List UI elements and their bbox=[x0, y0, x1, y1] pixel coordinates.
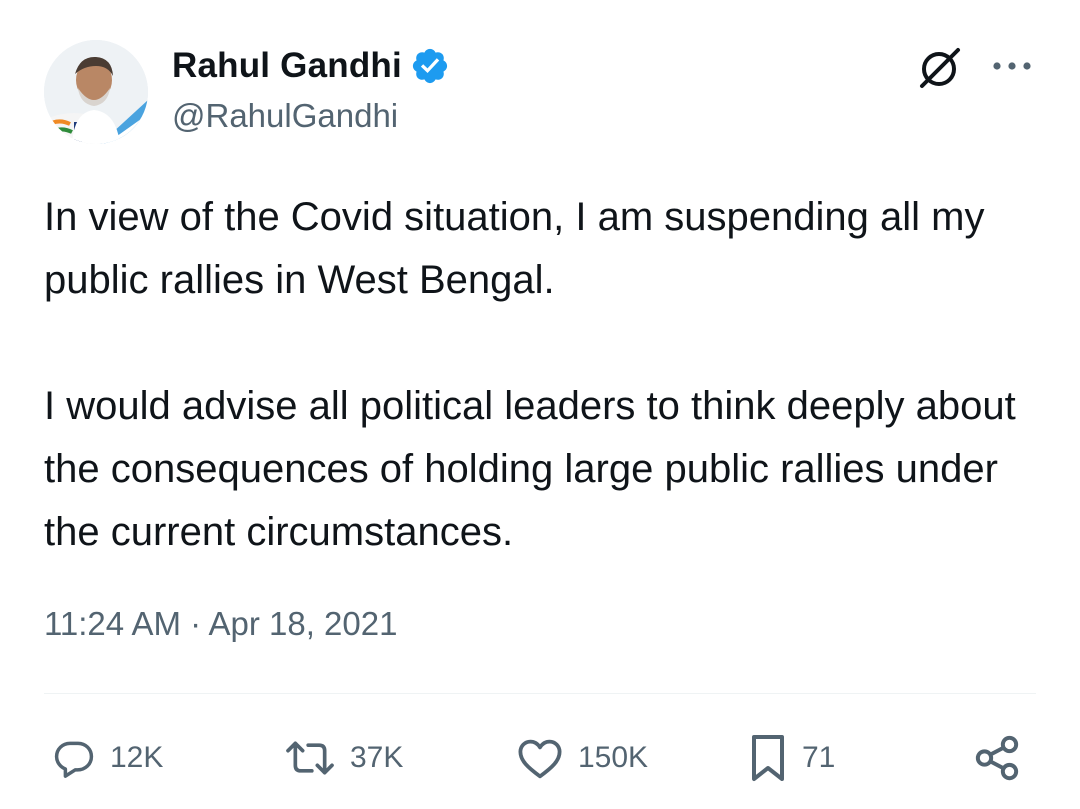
bookmark-button[interactable]: 71 bbox=[748, 728, 835, 788]
avatar-image bbox=[44, 40, 148, 144]
reply-count: 12K bbox=[110, 741, 164, 774]
author-display-name[interactable]: Rahul Gandhi bbox=[172, 46, 402, 86]
bookmark-icon bbox=[752, 735, 784, 781]
bookmark-count: 71 bbox=[802, 741, 836, 774]
tweet-text: In view of the Covid situation, I am sus… bbox=[44, 186, 1054, 564]
more-icon[interactable] bbox=[988, 48, 1036, 84]
avatar[interactable] bbox=[44, 40, 148, 144]
share-icon bbox=[975, 735, 1019, 781]
retweet-button[interactable]: 37K bbox=[284, 728, 403, 788]
retweet-count: 37K bbox=[350, 741, 404, 774]
like-button[interactable]: 150K bbox=[516, 728, 648, 788]
author-name-row: Rahul Gandhi bbox=[172, 44, 450, 88]
reply-button[interactable]: 12K bbox=[52, 728, 163, 788]
like-count: 150K bbox=[578, 741, 649, 774]
verified-badge-icon[interactable] bbox=[410, 46, 450, 86]
tweet-timestamp[interactable]: 11:24 AM · Apr 18, 2021 bbox=[44, 605, 397, 643]
action-bar: 12K 37K 150K 71 bbox=[0, 728, 1080, 788]
divider bbox=[44, 693, 1036, 694]
grok-icon[interactable] bbox=[916, 44, 964, 92]
heart-icon bbox=[518, 739, 562, 779]
reply-icon bbox=[54, 741, 94, 778]
tweet-paragraph: I would advise all political leaders to … bbox=[44, 384, 1016, 554]
author-handle[interactable]: @RahulGandhi bbox=[172, 97, 398, 135]
tweet-card: Rahul Gandhi @RahulGandhi In view of the… bbox=[0, 0, 1080, 809]
retweet-icon bbox=[286, 741, 334, 775]
tweet-paragraph: In view of the Covid situation, I am sus… bbox=[44, 195, 985, 302]
share-button[interactable] bbox=[972, 728, 1022, 788]
